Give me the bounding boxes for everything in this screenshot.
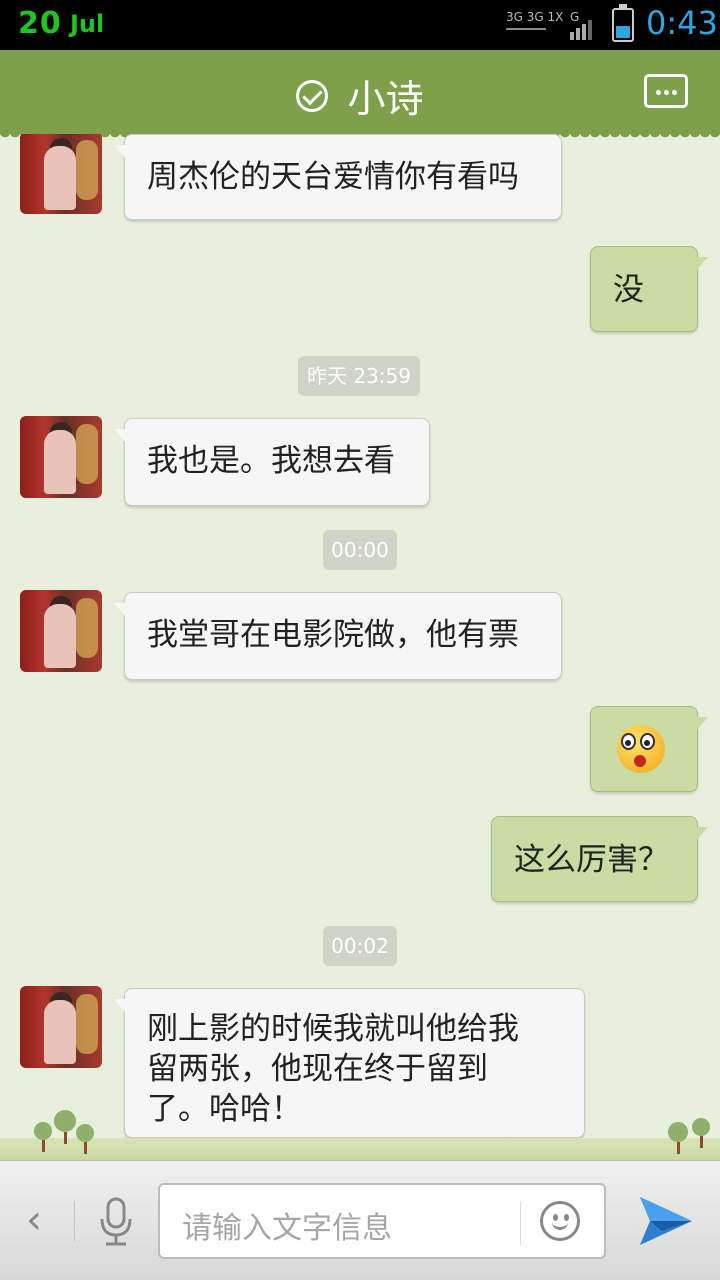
message-bubble[interactable] bbox=[590, 706, 708, 792]
message-bubble[interactable]: 刚上影的时候我就叫他给我 留两张，他现在终于留到 了。哈哈！ bbox=[114, 988, 585, 1138]
page-title: 小诗 bbox=[347, 77, 424, 121]
message-input[interactable]: 请输入文字信息 bbox=[158, 1183, 606, 1259]
microphone-icon[interactable] bbox=[98, 1197, 134, 1247]
more-dots-icon bbox=[664, 90, 669, 95]
message-text: 周杰伦的天台爱情你有看吗 bbox=[147, 159, 519, 195]
message-bubble[interactable]: 周杰伦的天台爱情你有看吗 bbox=[114, 134, 562, 220]
message-bubble[interactable]: 我堂哥在电影院做，他有票 bbox=[114, 592, 562, 680]
avatar[interactable] bbox=[20, 134, 102, 214]
message-bubble[interactable]: 没 bbox=[590, 246, 708, 332]
message-text: 我也是。我想去看 bbox=[147, 443, 395, 479]
status-month: Jul bbox=[70, 10, 105, 38]
more-dots-icon bbox=[656, 90, 661, 95]
status-time: 0:43 bbox=[646, 4, 718, 42]
message-text-line: 了。哈哈！ bbox=[147, 1091, 302, 1127]
avatar[interactable] bbox=[20, 590, 102, 672]
divider bbox=[74, 1201, 75, 1241]
avatar[interactable] bbox=[20, 986, 102, 1068]
signal-icon: 3G 3G 1X G bbox=[506, 10, 592, 40]
tree-icon bbox=[692, 1118, 710, 1148]
svg-text:3G 3G 1X: 3G 3G 1X bbox=[506, 10, 563, 24]
tree-icon bbox=[54, 1110, 76, 1144]
battery-icon bbox=[612, 4, 634, 42]
chevron-left-icon[interactable]: ‹ bbox=[26, 1197, 42, 1243]
message-text: 没 bbox=[613, 272, 644, 308]
send-icon[interactable] bbox=[636, 1191, 696, 1251]
more-dots-icon bbox=[672, 90, 677, 95]
status-date: 20 bbox=[18, 6, 62, 41]
title-bar: 小诗 bbox=[0, 50, 720, 142]
timestamp: 昨天 23:59 bbox=[298, 356, 420, 396]
tree-icon bbox=[76, 1124, 94, 1154]
message-bubble[interactable]: 我也是。我想去看 bbox=[114, 418, 430, 506]
message-bubble[interactable]: 这么厉害？ bbox=[491, 816, 708, 902]
smiley-icon[interactable] bbox=[540, 1201, 580, 1241]
message-text-line: 刚上影的时候我就叫他给我 bbox=[147, 1011, 519, 1047]
message-text-line: 留两张，他现在终于留到 bbox=[147, 1051, 488, 1087]
landscape-decoration bbox=[0, 1138, 720, 1160]
avatar[interactable] bbox=[20, 416, 102, 498]
tree-icon bbox=[668, 1122, 688, 1154]
message-text: 这么厉害？ bbox=[514, 842, 669, 878]
divider bbox=[520, 1201, 521, 1245]
more-options-button[interactable] bbox=[644, 74, 688, 108]
status-bar: 20 Jul 3G 3G 1X G 0:43 bbox=[0, 0, 720, 50]
tree-icon bbox=[34, 1122, 52, 1152]
chat-area[interactable]: 周杰伦的天台爱情你有看吗 没 昨天 23:59 我也是。我想去看 00:00 我… bbox=[0, 134, 720, 1160]
input-placeholder: 请输入文字信息 bbox=[182, 1211, 392, 1246]
input-bar: ‹ 请输入文字信息 bbox=[0, 1160, 720, 1280]
check-circle-icon bbox=[296, 79, 329, 112]
message-text: 我堂哥在电影院做，他有票 bbox=[147, 617, 519, 653]
timestamp: 00:02 bbox=[323, 926, 397, 966]
svg-text:G: G bbox=[570, 10, 579, 24]
timestamp: 00:00 bbox=[323, 530, 397, 570]
surprised-face-icon bbox=[617, 725, 665, 773]
